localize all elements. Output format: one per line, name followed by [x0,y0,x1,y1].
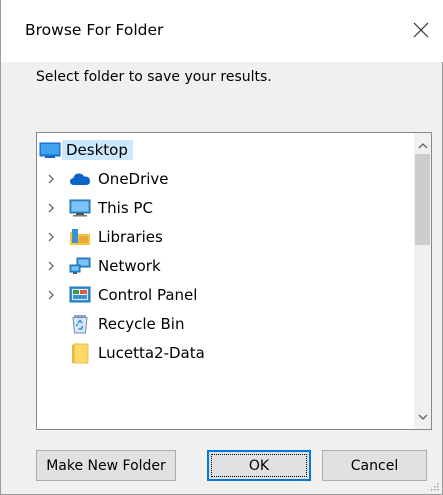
expand-chevron-icon[interactable] [45,260,57,272]
cancel-button[interactable]: Cancel [322,450,427,481]
tree-item-label: Lucetta2-Data [98,344,205,362]
chevron-down-icon [418,414,427,420]
scroll-thumb[interactable] [415,154,430,245]
make-new-folder-label: Make New Folder [46,457,166,474]
chevron-up-icon [418,143,427,149]
expand-chevron-icon[interactable] [45,231,57,243]
vertical-scrollbar[interactable] [414,133,431,429]
tree-item-label: OneDrive [98,170,169,188]
tree-item-label: Control Panel [98,286,198,304]
onedrive-cloud-icon [69,169,91,189]
scroll-up-button[interactable] [414,137,431,154]
title-bar: Browse For Folder [1,0,443,62]
tree-item-desktop[interactable]: Desktop [39,138,133,162]
tree-item-this-pc[interactable]: This PC [45,196,153,220]
expand-chevron-icon[interactable] [45,202,57,214]
make-new-folder-button[interactable]: Make New Folder [36,450,176,481]
folder-icon [69,343,91,364]
tree-item-label: Recycle Bin [98,315,185,333]
tree-item-onedrive[interactable]: OneDrive [45,167,169,191]
tree-item-network[interactable]: Network [45,254,161,278]
cancel-label: Cancel [350,457,399,474]
tree-item-label: Network [98,257,161,275]
tree-item-recycle-bin[interactable]: Recycle Bin [69,312,184,336]
resize-grip-icon[interactable] [429,481,439,491]
tree-item-libraries[interactable]: Libraries [45,225,163,249]
scroll-down-button[interactable] [414,409,431,426]
dialog-title: Browse For Folder [25,21,164,39]
close-button[interactable] [405,10,443,50]
tree-item-control-panel[interactable]: Control Panel [45,283,197,307]
network-icon [69,256,91,276]
control-panel-icon [69,285,91,305]
ok-button[interactable]: OK [207,450,311,481]
expand-chevron-icon[interactable] [45,173,57,185]
instruction-text: Select folder to save your results. [36,69,272,85]
expand-chevron-icon[interactable] [45,289,57,301]
tree-item-label: This PC [98,199,153,217]
tree-item-label: Libraries [98,228,163,246]
folder-tree[interactable]: Desktop OneDrive This PC Libraries Netwo… [36,132,432,430]
computer-icon [69,198,91,218]
recycle-bin-icon [69,314,91,334]
browse-for-folder-dialog: Browse For Folder Select folder to save … [0,0,443,495]
desktop-icon [39,140,61,160]
libraries-icon [69,227,91,247]
tree-item-lucetta2-data[interactable]: Lucetta2-Data [69,341,205,365]
tree-item-label: Desktop [62,140,133,160]
close-icon [413,22,429,38]
focus-rectangle [211,454,307,477]
